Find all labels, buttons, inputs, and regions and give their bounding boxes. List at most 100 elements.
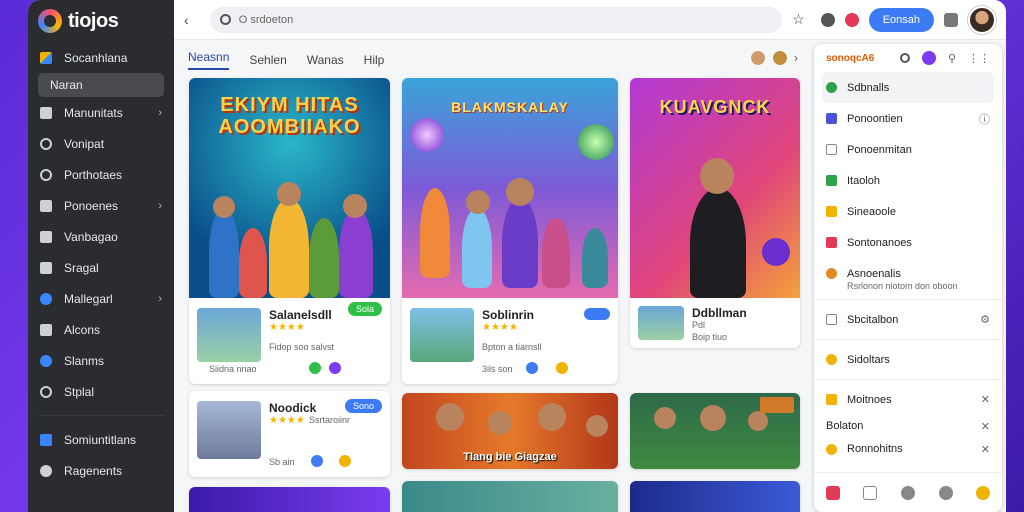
game-card[interactable]	[630, 481, 800, 512]
reward-icon[interactable]	[976, 485, 991, 500]
extensions-icon[interactable]	[944, 12, 958, 27]
panel-item[interactable]: Bolaton ✕	[814, 415, 1002, 437]
chevron-right-icon[interactable]: ›	[794, 51, 798, 65]
panel-item[interactable]: Ronnohitns ✕	[814, 437, 1002, 461]
game-card[interactable]	[402, 481, 618, 512]
profile-icon[interactable]	[921, 51, 936, 65]
notification-icon[interactable]	[844, 12, 859, 27]
panel-item[interactable]: Asnoenalis	[814, 258, 1002, 289]
avatar[interactable]	[750, 50, 766, 66]
close-icon[interactable]: ✕	[981, 393, 990, 406]
avatar[interactable]	[772, 50, 788, 66]
sidebar-item[interactable]: Ponoenes ›	[28, 190, 174, 221]
panel-item[interactable]: Moitnoes ✕	[814, 384, 1002, 415]
avatar[interactable]	[968, 5, 996, 34]
game-card[interactable]: BLAKMSKALAY Soblinrin ★★★★ Bpton a tiarn…	[402, 78, 618, 384]
panel-item[interactable]: Ponoenmitan	[814, 134, 1002, 165]
sidebar-item-label: Socanhlana	[64, 50, 128, 65]
panel-item-label: Ponoenmitan	[847, 143, 912, 156]
sidebar-item[interactable]: Sragal	[28, 252, 174, 283]
panel-item-label: Sineaoole	[847, 205, 896, 218]
sidebar-item[interactable]: Manunitats ›	[28, 97, 174, 128]
game-card[interactable]	[630, 393, 800, 469]
card-meta-secondary: Boip tiuo	[692, 332, 728, 342]
share-icon[interactable]	[526, 362, 538, 374]
sidebar-item[interactable]: Somiuntitlans	[28, 424, 174, 455]
info-icon[interactable]: ⓘ	[979, 111, 990, 127]
game-card[interactable]	[189, 487, 390, 512]
back-icon[interactable]: ‹	[184, 12, 200, 28]
search-value: O srdoeton	[238, 13, 294, 26]
gear-icon[interactable]: ⚙	[980, 313, 990, 326]
user-icon[interactable]	[900, 485, 915, 500]
sidebar-item[interactable]: Porthotaes	[28, 159, 174, 190]
sidebar-item[interactable]: Mallegarl ›	[28, 283, 174, 314]
document-icon[interactable]	[863, 485, 878, 500]
settings-icon[interactable]: ⚲	[948, 52, 956, 65]
sidebar-item[interactable]: Stplal	[28, 376, 174, 407]
panel-item[interactable]: Sontonanoes	[814, 227, 1002, 258]
panel-item[interactable]: Sidoltars	[814, 344, 1002, 375]
notification-icon[interactable]	[938, 485, 953, 500]
like-icon[interactable]	[339, 455, 351, 467]
panel-item[interactable]: Sdbnalls	[822, 72, 994, 103]
character-head	[488, 411, 512, 435]
panel-item[interactable]: Sbcitalbon ⚙	[814, 304, 1002, 335]
grid-icon[interactable]: ⋮⋮	[968, 52, 990, 65]
sidebar-item-label: Naran	[50, 78, 83, 92]
panel-item-label: Sidoltars	[847, 353, 890, 366]
game-card[interactable]: EKIYM HITAS AOOMBIIAKO Salanelsdll ★★★★ …	[189, 78, 390, 384]
brand[interactable]: tiojos	[28, 0, 174, 42]
like-icon[interactable]	[556, 362, 568, 374]
card-mini-thumbnail	[410, 308, 474, 362]
like-icon[interactable]	[329, 362, 341, 374]
panel-item[interactable]: Itaoloh	[814, 165, 1002, 196]
game-card[interactable]: Tlang bie Giagzae	[402, 393, 618, 469]
star-icon[interactable]: ☆	[792, 11, 805, 28]
divider	[814, 379, 1002, 380]
sidebar-item[interactable]: Alcons	[28, 314, 174, 345]
panel-item-label: Sdbnalls	[847, 81, 890, 94]
close-icon[interactable]: ✕	[981, 420, 990, 433]
card-title-block: Ddbllman	[692, 306, 747, 320]
tab-second[interactable]: Sehlen	[249, 53, 286, 67]
chevron-right-icon: ›	[158, 106, 162, 119]
sidebar-item-label: Vonipat	[64, 136, 105, 151]
panel-header-icons: ⚲ ⋮⋮	[899, 51, 990, 65]
brand-name: tiojos	[68, 9, 119, 32]
sidebar-item[interactable]: Vanbagao	[28, 221, 174, 252]
square-icon	[826, 314, 837, 325]
sidebar-item-active[interactable]: Naran	[38, 73, 164, 97]
panel-item[interactable]: Sineaoole	[814, 196, 1002, 227]
panel-item-label: Moitnoes	[847, 393, 892, 406]
character	[690, 188, 746, 298]
character-head	[213, 196, 235, 218]
search-input[interactable]: O srdoeton	[209, 6, 783, 33]
divider	[814, 299, 1002, 300]
tab-home[interactable]: Neasnn	[188, 50, 230, 70]
share-icon[interactable]	[309, 362, 321, 374]
search-icon[interactable]	[899, 53, 910, 63]
status-badge: Sola	[347, 302, 382, 316]
game-card[interactable]: Noodick ★★★★ Sono Ssrtaroiinr Sb ain	[189, 391, 390, 477]
sidebar-item-label: Sragal	[64, 260, 99, 275]
character-head	[343, 194, 367, 218]
tab-third[interactable]: Wanas	[307, 53, 344, 67]
tab-help[interactable]: Hilp	[364, 53, 385, 67]
primary-button[interactable]: Eonsah	[868, 7, 934, 32]
sidebar-item[interactable]: Vonipat	[28, 128, 174, 159]
card-banner-title: BLAKMSKALAY	[451, 99, 569, 115]
pin-icon[interactable]	[820, 12, 835, 27]
share-icon[interactable]	[311, 455, 323, 467]
badge-icon	[826, 354, 837, 365]
chevron-right-icon: ›	[158, 292, 162, 305]
sidebar-item[interactable]: Slanms	[28, 345, 174, 376]
home-icon[interactable]	[825, 485, 840, 500]
game-card[interactable]: KUAVGNCK Ddbllman Pdl Boip tiuo	[630, 78, 800, 348]
compass-icon	[40, 137, 52, 150]
character	[239, 228, 267, 298]
close-icon[interactable]: ✕	[981, 443, 990, 456]
panel-item[interactable]: Ponoontien ⓘ	[814, 103, 1002, 134]
sidebar-item[interactable]: Socanhlana	[28, 42, 174, 73]
sidebar-item[interactable]: Ragenents	[28, 455, 174, 486]
